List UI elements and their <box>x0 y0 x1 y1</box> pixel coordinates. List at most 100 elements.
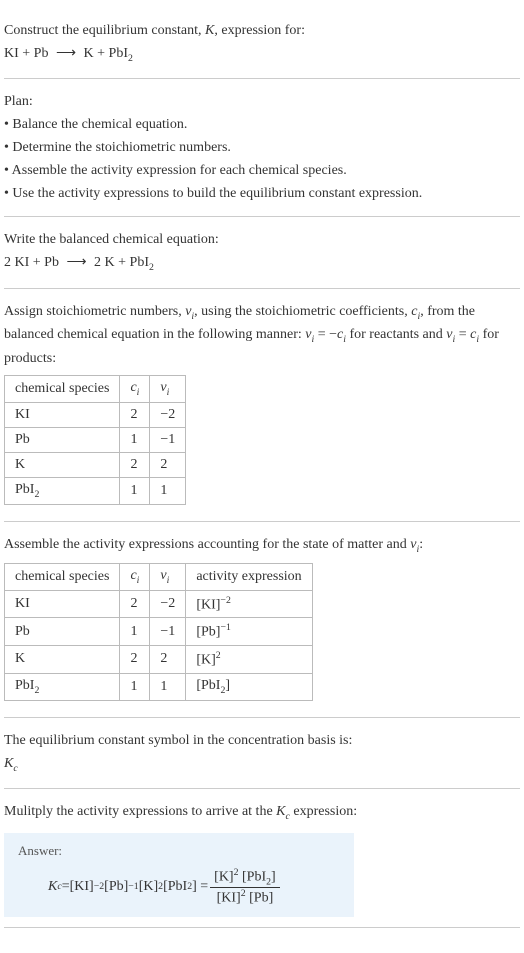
text: [PbI <box>196 678 220 693</box>
cell-species: K <box>5 646 120 674</box>
text: , using the stoichiometric coefficients, <box>194 304 411 319</box>
header-activity: activity expression <box>186 564 312 591</box>
term: [PbI <box>163 879 187 895</box>
text: = <box>455 327 470 342</box>
text: = − <box>314 327 337 342</box>
final-intro: Mulitply the activity expressions to arr… <box>4 801 520 824</box>
cell-nu: −1 <box>150 427 186 452</box>
sup: −2 <box>220 595 230 606</box>
cell-c: 1 <box>120 618 150 646</box>
sub-i: i <box>167 575 170 586</box>
plan-section: Plan: • Balance the chemical equation. •… <box>4 79 520 217</box>
cell-species: KI <box>5 590 120 618</box>
cell-nu: 2 <box>150 646 186 674</box>
stoich-section: Assign stoichiometric numbers, νi , using… <box>4 289 520 522</box>
balanced-equation: 2 KI + Pb ⟶ 2 K + PbI2 <box>4 252 520 275</box>
table-row: KI 2 −2 <box>5 402 186 427</box>
term: [K] <box>139 879 158 895</box>
cell-c: 2 <box>120 402 150 427</box>
cell-c: 2 <box>120 646 150 674</box>
header-nu: νi <box>150 564 186 591</box>
table-header-row: chemical species ci νi activity expressi… <box>5 564 313 591</box>
cell-species: PbI2 <box>5 673 120 700</box>
text: [Pb] <box>246 891 274 906</box>
answer-label: Answer: <box>18 843 340 859</box>
cell-nu: −1 <box>150 618 186 646</box>
symbol-intro: The equilibrium constant symbol in the c… <box>4 730 520 751</box>
cell-nu: 1 <box>150 477 186 504</box>
reaction-rhs: K + PbI <box>84 46 128 61</box>
table-row: K 2 2 <box>5 452 186 477</box>
cell-c: 2 <box>120 452 150 477</box>
cell-c: 1 <box>120 673 150 700</box>
text: [KI] <box>196 597 220 612</box>
sup: 2 <box>216 650 221 661</box>
header-species: chemical species <box>5 375 120 402</box>
text: ] <box>271 869 276 884</box>
cell-c: 1 <box>120 477 150 504</box>
table-row: PbI2 1 1 <box>5 477 186 504</box>
cell-nu: 1 <box>150 673 186 700</box>
table-row: Pb 1 −1 [Pb]−1 <box>5 618 313 646</box>
plan-bullet: • Balance the chemical equation. <box>4 114 520 135</box>
cell-nu: 2 <box>150 452 186 477</box>
header-nu: νi <box>150 375 186 402</box>
activity-intro: Assemble the activity expressions accoun… <box>4 534 520 557</box>
denominator: [KI]2 [Pb] <box>210 888 280 907</box>
text: PbI <box>15 482 34 497</box>
equals: = <box>62 879 70 895</box>
prompt-text: Construct the equilibrium constant, <box>4 23 205 38</box>
header-c: ci <box>120 564 150 591</box>
text: ] <box>225 678 230 693</box>
symbol-section: The equilibrium constant symbol in the c… <box>4 718 520 789</box>
table-row: PbI2 1 1 [PbI 2] <box>5 673 313 700</box>
plan-bullet: • Use the activity expressions to build … <box>4 183 520 204</box>
symbol-value: Kc <box>4 753 520 776</box>
cell-species: Pb <box>5 618 120 646</box>
sub: 2 <box>34 685 39 696</box>
text: expression: <box>290 804 357 819</box>
K-symbol: K <box>276 804 285 819</box>
text: Mulitply the activity expressions to arr… <box>4 804 276 819</box>
Kc-symbol: K <box>48 879 57 895</box>
sub: 2 <box>34 489 39 500</box>
activity-section: Assemble the activity expressions accoun… <box>4 522 520 718</box>
cell-activity: [Pb]−1 <box>186 618 312 646</box>
reaction-line: KI + Pb ⟶ K + PbI2 <box>4 43 520 66</box>
text: [PbI <box>239 869 267 884</box>
term: [KI] <box>70 879 94 895</box>
header-species: chemical species <box>5 564 120 591</box>
header-c: ci <box>120 375 150 402</box>
table-row: KI 2 −2 [KI]−2 <box>5 590 313 618</box>
balanced-rhs: 2 K + PbI <box>94 255 149 270</box>
final-section: Mulitply the activity expressions to arr… <box>4 789 520 928</box>
K-symbol: K <box>4 756 13 771</box>
text: Assemble the activity expressions accoun… <box>4 537 410 552</box>
cell-species: KI <box>5 402 120 427</box>
text: PbI <box>15 678 34 693</box>
prompt-line: Construct the equilibrium constant, K, e… <box>4 20 520 41</box>
balanced-title: Write the balanced chemical equation: <box>4 229 520 250</box>
term: ] = <box>192 879 208 895</box>
text: [K] <box>214 869 233 884</box>
cell-species: Pb <box>5 427 120 452</box>
term: [Pb] <box>104 879 128 895</box>
cell-c: 1 <box>120 427 150 452</box>
fraction: [K]2 [PbI2] [KI]2 [Pb] <box>210 867 280 907</box>
plan-title: Plan: <box>4 91 520 112</box>
text: Assign stoichiometric numbers, <box>4 304 185 319</box>
sub-i: i <box>167 387 170 398</box>
cell-activity: [K]2 <box>186 646 312 674</box>
K-symbol: K <box>205 23 214 38</box>
cell-activity: [KI]−2 <box>186 590 312 618</box>
sup: −2 <box>94 881 104 892</box>
cell-species: PbI2 <box>5 477 120 504</box>
numerator: [K]2 [PbI2] <box>210 867 280 888</box>
answer-box: Answer: Kc = [KI]−2 [Pb]−1 [K]2 [PbI2] =… <box>4 833 354 917</box>
balanced-lhs: 2 KI + Pb <box>4 255 59 270</box>
sup: −1 <box>128 881 138 892</box>
balanced-section: Write the balanced chemical equation: 2 … <box>4 217 520 288</box>
sub-i: i <box>137 575 140 586</box>
cell-nu: −2 <box>150 590 186 618</box>
table-row: Pb 1 −1 <box>5 427 186 452</box>
